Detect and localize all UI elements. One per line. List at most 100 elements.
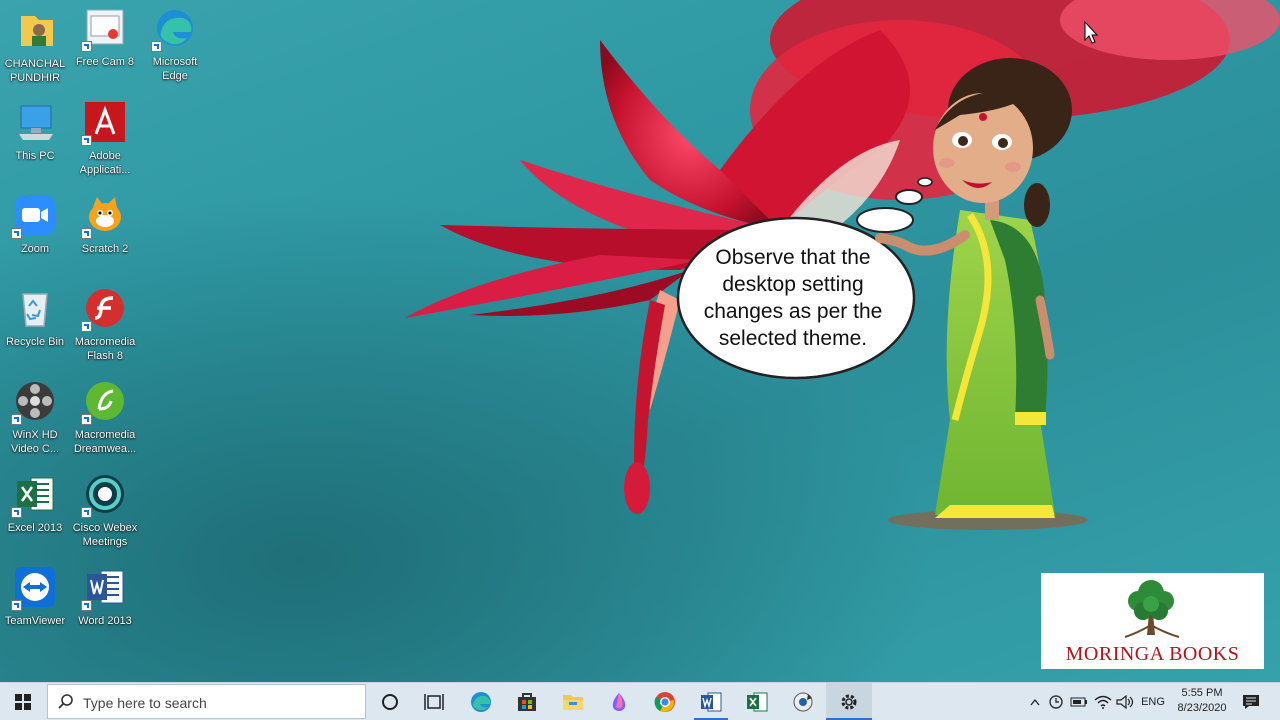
cloud-sync-icon [1049, 694, 1063, 709]
dreamweaver-icon [81, 379, 127, 425]
taskbar-file-explorer-button[interactable] [550, 683, 596, 720]
desktop-icon-webex[interactable]: Cisco Webex Meetings [70, 472, 140, 549]
taskbar-chrome-button[interactable] [642, 683, 688, 720]
shortcut-arrow-icon [11, 228, 22, 239]
thought-bubble-text: Observe that the desktop setting changes… [703, 246, 883, 350]
scratch-icon [81, 193, 127, 239]
desktop-icon-excel[interactable]: Excel 2013 [0, 472, 70, 535]
language-button[interactable]: ENG [1138, 683, 1168, 720]
desktop-icon-recycle-bin[interactable]: Recycle Bin [0, 286, 70, 349]
teamviewer-icon [11, 565, 57, 611]
desktop-icon-winx-video[interactable]: WinX HD Video C... [0, 379, 70, 456]
desktop-icon-flash[interactable]: Macromedia Flash 8 [70, 286, 140, 363]
clock-time: 5:55 PM [1181, 687, 1223, 699]
clock-date: 8/23/2020 [1177, 702, 1227, 714]
media-player-icon [793, 692, 813, 711]
shortcut-arrow-icon [11, 414, 22, 425]
show-hidden-icons-button[interactable] [1026, 683, 1044, 720]
desktop-icon-label: WinX HD Video C... [10, 429, 60, 455]
logo-text: MORINGA BOOKS [1065, 643, 1240, 665]
desktop-icon-teamviewer[interactable]: TeamViewer [0, 565, 70, 628]
speaker-icon [1116, 694, 1134, 709]
battery-button[interactable] [1068, 683, 1090, 720]
wifi-icon [1094, 695, 1112, 709]
action-center-button[interactable] [1236, 683, 1266, 720]
this-pc-icon [13, 100, 57, 144]
desktop-icon-label: Macromedia Flash 8 [74, 336, 136, 362]
taskbar-word-button[interactable] [688, 683, 734, 720]
desktop-icon-label: Adobe Applicati... [79, 150, 131, 176]
shortcut-arrow-icon [81, 414, 92, 425]
free-cam-icon [81, 6, 127, 52]
shortcut-arrow-icon [151, 41, 162, 52]
edge-icon [151, 6, 197, 52]
taskbar-search-box[interactable]: Type here to search [47, 684, 366, 719]
excel-icon [747, 692, 768, 711]
battery-icon [1070, 697, 1087, 706]
flash-icon [81, 286, 127, 332]
recycle-bin-icon [13, 286, 57, 330]
store-icon [518, 692, 536, 711]
desktop-icon-microsoft-edge[interactable]: Microsoft Edge [140, 6, 210, 83]
desktop-icon-label: Microsoft Edge [152, 56, 198, 82]
desktop-icon-free-cam[interactable]: Free Cam 8 [70, 6, 140, 69]
taskbar: Type here to search ENG 5:55 PM 8/23/202… [0, 682, 1280, 720]
moringa-books-logo: MORINGA BOOKS [1041, 573, 1264, 669]
desktop-icon-label: Scratch 2 [81, 243, 129, 255]
tree-icon [1124, 580, 1180, 638]
chevron-up-icon [1030, 698, 1040, 705]
desktop-icon-label: Cisco Webex Meetings [72, 522, 138, 548]
taskbar-settings-button[interactable] [826, 683, 872, 720]
volume-button[interactable] [1114, 683, 1136, 720]
shortcut-arrow-icon [81, 321, 92, 332]
adobe-icon [81, 100, 127, 146]
network-button[interactable] [1092, 683, 1114, 720]
task-view-icon [424, 693, 444, 710]
shortcut-arrow-icon [81, 228, 92, 239]
desktop-icon-label: Word 2013 [78, 615, 132, 627]
windows-logo-icon [15, 693, 31, 710]
start-button[interactable] [0, 683, 46, 720]
desktop-icon-word[interactable]: Word 2013 [70, 565, 140, 628]
desktop-icon-dreamweaver[interactable]: Macromedia Dreamwea... [70, 379, 140, 456]
taskbar-store-button[interactable] [504, 683, 550, 720]
tray-app-button[interactable] [1046, 683, 1066, 720]
zoom-icon [11, 193, 57, 239]
desktop-icon-scratch[interactable]: Scratch 2 [70, 193, 140, 256]
cortana-button[interactable] [368, 683, 412, 720]
shortcut-arrow-icon [11, 507, 22, 518]
search-placeholder: Type here to search [83, 695, 207, 711]
desktop-icon-label: Recycle Bin [5, 336, 65, 348]
shortcut-arrow-icon [81, 507, 92, 518]
desktop-icon-label: Excel 2013 [7, 522, 63, 534]
desktop-icon-label: Macromedia Dreamwea... [73, 429, 137, 455]
desktop-icon-label: Zoom [20, 243, 50, 255]
chrome-icon [654, 691, 675, 712]
taskbar-paint-3d-button[interactable] [596, 683, 642, 720]
task-view-button[interactable] [412, 683, 456, 720]
desktop-icon-zoom[interactable]: Zoom [0, 193, 70, 256]
webex-icon [81, 472, 127, 518]
taskbar-excel-button[interactable] [734, 683, 780, 720]
excel-icon [11, 472, 57, 518]
desktop-icon-adobe[interactable]: Adobe Applicati... [70, 100, 140, 177]
word-icon [701, 692, 722, 711]
taskbar-edge-button[interactable] [458, 683, 504, 720]
taskbar-media-player-button[interactable] [780, 683, 826, 720]
notification-icon [1243, 694, 1259, 709]
settings-icon [841, 694, 857, 709]
word-icon [81, 565, 127, 611]
desktop-icon-label: CHANCHAL PUNDHIR [4, 58, 66, 84]
desktop-icon-label: Free Cam 8 [75, 56, 135, 68]
cortana-icon [382, 693, 398, 710]
desktop-icon-chanchal-pundhir[interactable]: CHANCHAL PUNDHIR [0, 8, 70, 85]
winx-video-icon [11, 379, 57, 425]
file-explorer-icon [563, 694, 583, 710]
taskbar-clock[interactable]: 5:55 PM 8/23/2020 [1168, 686, 1236, 716]
shortcut-arrow-icon [81, 41, 92, 52]
desktop: CHANCHAL PUNDHIR Free Cam 8 Microsoft Ed… [0, 0, 1280, 682]
paint-3d-icon [612, 692, 626, 711]
shortcut-arrow-icon [11, 600, 22, 611]
desktop-icon-this-pc[interactable]: This PC [0, 100, 70, 163]
edge-icon [471, 691, 491, 712]
